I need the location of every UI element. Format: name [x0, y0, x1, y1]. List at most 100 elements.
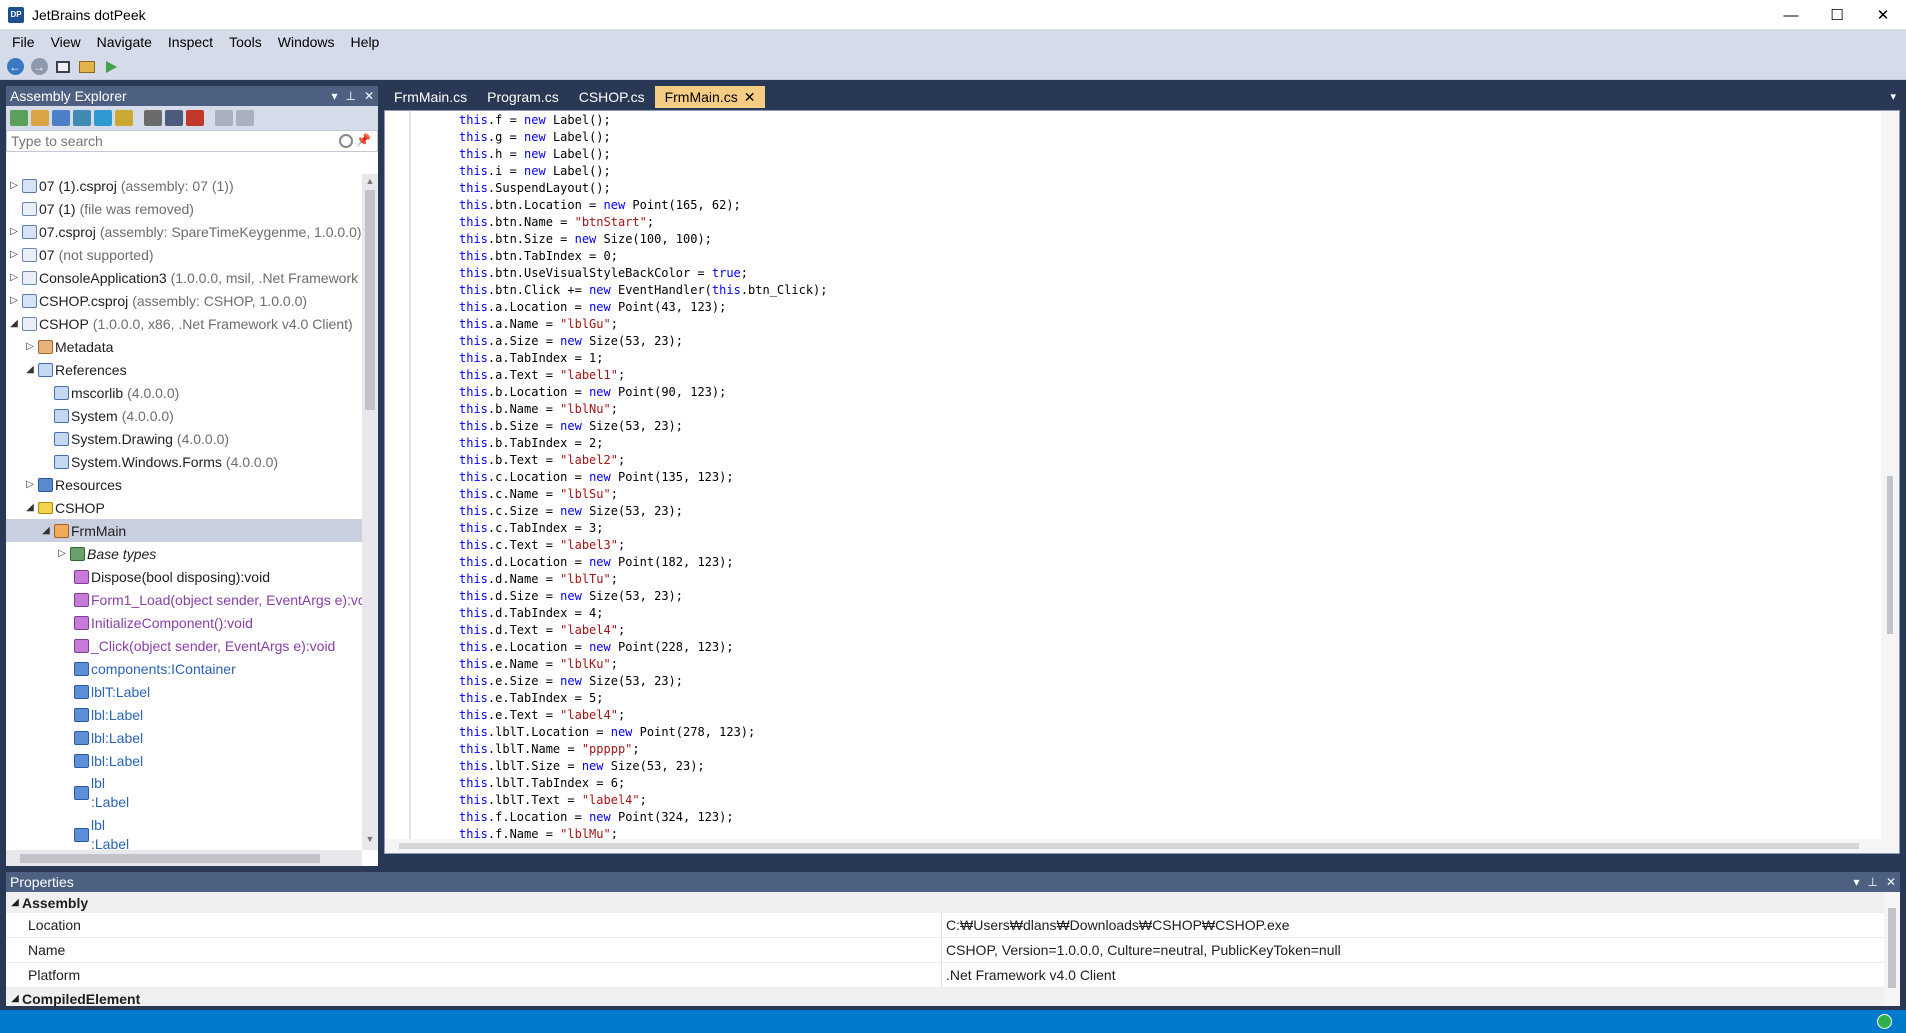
panel-close-icon[interactable]: ✕ [1886, 875, 1896, 889]
tab-frmmain-cs-active[interactable]: FrmMain.cs ✕ [654, 86, 766, 108]
status-ok-icon[interactable] [1877, 1014, 1892, 1029]
tree-item-lbl[interactable]: lbl:Label [6, 726, 362, 749]
scroll-up-icon[interactable]: ▲ [362, 176, 378, 190]
tree-item-lblt[interactable]: lblT:Label [6, 680, 362, 703]
collapse-icon[interactable]: ◢ [24, 502, 36, 513]
show-right-icon[interactable] [236, 110, 254, 126]
remove-icon[interactable] [186, 110, 204, 126]
scroll-down-icon[interactable]: ▼ [362, 834, 378, 848]
tab-list-dropdown-icon[interactable]: ▾ [1890, 90, 1896, 103]
run-button[interactable] [101, 57, 121, 77]
assembly-list-icon[interactable] [144, 110, 162, 126]
menu-windows[interactable]: Windows [270, 34, 343, 50]
code-vertical-scrollbar[interactable] [1881, 111, 1899, 853]
collapse-icon[interactable]: ◢ [8, 993, 22, 1004]
property-row-location[interactable]: Location C:₩Users₩dlans₩Downloads₩CSHOP₩… [6, 912, 1900, 938]
pin-icon[interactable]: 📌 [356, 133, 371, 147]
tree-item-system-windows-forms[interactable]: System.Windows.Forms (4.0.0.0) [6, 450, 362, 473]
property-row-platform[interactable]: Platform .Net Framework v4.0 Client [6, 962, 1900, 988]
search-icon[interactable] [339, 134, 353, 148]
forward-button[interactable]: → [29, 57, 49, 77]
expand-icon[interactable]: ▷ [24, 341, 36, 352]
tree-item-07-1-csproj[interactable]: ▷ 07 (1).csproj (assembly: 07 (1)) [6, 174, 362, 197]
tree-item-07[interactable]: ▷ 07 (not supported) [6, 243, 362, 266]
scrollbar-thumb[interactable] [399, 843, 1859, 849]
tree-item-07-csproj[interactable]: ▷ 07.csproj (assembly: SpareTimeKeygenme… [6, 220, 362, 243]
open-gac-icon[interactable] [52, 110, 70, 126]
tree-item-components[interactable]: components:IContainer [6, 657, 362, 680]
expand-icon[interactable]: ▷ [8, 295, 20, 306]
menu-inspect[interactable]: Inspect [160, 34, 221, 50]
tree-item-mscorlib[interactable]: mscorlib (4.0.0.0) [6, 381, 362, 404]
open-nuget-icon[interactable] [73, 110, 91, 126]
code-horizontal-scrollbar[interactable] [385, 839, 1881, 853]
tab-close-icon[interactable]: ✕ [744, 89, 756, 106]
menu-file[interactable]: File [4, 34, 43, 50]
back-button[interactable]: ← [5, 57, 25, 77]
tree-item-dispose[interactable]: Dispose(bool disposing):void [6, 565, 362, 588]
expand-icon[interactable]: ▷ [24, 479, 36, 490]
scrollbar-thumb[interactable] [20, 854, 320, 863]
panel-menu-icon[interactable]: ▾ [331, 89, 337, 103]
close-button[interactable]: ✕ [1860, 0, 1906, 30]
collapse-icon[interactable]: ◢ [40, 525, 52, 536]
code-view[interactable]: this.f = new Label(); this.g = new Label(… [384, 110, 1900, 854]
show-left-icon[interactable] [215, 110, 233, 126]
scrollbar-thumb[interactable] [365, 190, 375, 410]
expand-icon[interactable]: ▷ [56, 548, 68, 559]
property-row-name[interactable]: Name CSHOP, Version=1.0.0.0, Culture=neu… [6, 937, 1900, 963]
expand-icon[interactable]: ▷ [8, 226, 20, 237]
tab-cshop-cs[interactable]: CSHOP.cs [569, 86, 655, 108]
panel-pin-icon[interactable]: ⊥ [345, 89, 355, 103]
tree-item-form1-load[interactable]: Form1_Load(object sender, EventArgs e):v… [6, 588, 362, 611]
minimize-button[interactable]: — [1768, 0, 1814, 30]
panel-menu-icon[interactable]: ▾ [1853, 875, 1859, 889]
panel-pin-icon[interactable]: ⊥ [1867, 875, 1877, 889]
open-assembly-button[interactable] [77, 57, 97, 77]
menu-view[interactable]: View [43, 34, 89, 50]
tree-item-frmmain[interactable]: ◢ FrmMain [6, 519, 362, 542]
toggle-window-button[interactable] [53, 57, 73, 77]
open-folder-icon[interactable] [31, 110, 49, 126]
collapse-icon[interactable]: ◢ [24, 364, 36, 375]
tab-program-cs[interactable]: Program.cs [477, 86, 569, 108]
tree-item-system-drawing[interactable]: System.Drawing (4.0.0.0) [6, 427, 362, 450]
sync-icon[interactable] [94, 110, 112, 126]
tree-vertical-scrollbar[interactable]: ▲ ▼ [362, 174, 378, 850]
panel-close-icon[interactable]: ✕ [364, 89, 374, 103]
tree-item-lbl[interactable]: lbl :Label [6, 814, 362, 850]
collapse-all-icon[interactable] [165, 110, 183, 126]
scrollbar-thumb[interactable] [1888, 908, 1896, 988]
expand-icon[interactable]: ▷ [8, 272, 20, 283]
assembly-search-input[interactable] [11, 133, 331, 149]
tree-horizontal-scrollbar[interactable] [6, 850, 362, 866]
tree-item-cshop-namespace[interactable]: ◢ CSHOP [6, 496, 362, 519]
menu-help[interactable]: Help [343, 34, 388, 50]
collapse-icon[interactable]: ◢ [8, 318, 20, 329]
tree-item-resources[interactable]: ▷ Resources [6, 473, 362, 496]
tree-item-lbl[interactable]: lbl :Label [6, 772, 362, 814]
tree-item-lbl[interactable]: lbl:Label [6, 703, 362, 726]
export-icon[interactable] [115, 110, 133, 126]
tree-item-system[interactable]: System (4.0.0.0) [6, 404, 362, 427]
scrollbar-thumb[interactable] [1887, 476, 1893, 634]
collapse-icon[interactable]: ◢ [8, 897, 22, 908]
tree-item-07-1[interactable]: 07 (1) (file was removed) [6, 197, 362, 220]
tree-item-references[interactable]: ◢ References [6, 358, 362, 381]
tree-item-consoleapplication3[interactable]: ▷ ConsoleApplication3 (1.0.0.0, msil, .N… [6, 266, 362, 289]
properties-scrollbar[interactable] [1884, 892, 1900, 1006]
tab-frmmain-cs[interactable]: FrmMain.cs [384, 86, 477, 108]
tree-item-cshop-assembly[interactable]: ◢ CSHOP (1.0.0.0, x86, .Net Framework v4… [6, 312, 362, 335]
tree-item-cshop-csproj[interactable]: ▷ CSHOP.csproj (assembly: CSHOP, 1.0.0.0… [6, 289, 362, 312]
property-group-assembly[interactable]: ◢ Assembly [6, 892, 1900, 913]
open-file-icon[interactable] [10, 110, 28, 126]
tree-item-initializecomponent[interactable]: InitializeComponent():void [6, 611, 362, 634]
expand-icon[interactable]: ▷ [8, 180, 20, 191]
menu-tools[interactable]: Tools [221, 34, 270, 50]
maximize-button[interactable]: ☐ [1814, 0, 1860, 30]
expand-icon[interactable]: ▷ [8, 249, 20, 260]
tree-item-click[interactable]: _Click(object sender, EventArgs e):void [6, 634, 362, 657]
menu-navigate[interactable]: Navigate [89, 34, 160, 50]
tree-item-base-types[interactable]: ▷ Base types [6, 542, 362, 565]
tree-item-metadata[interactable]: ▷ Metadata [6, 335, 362, 358]
